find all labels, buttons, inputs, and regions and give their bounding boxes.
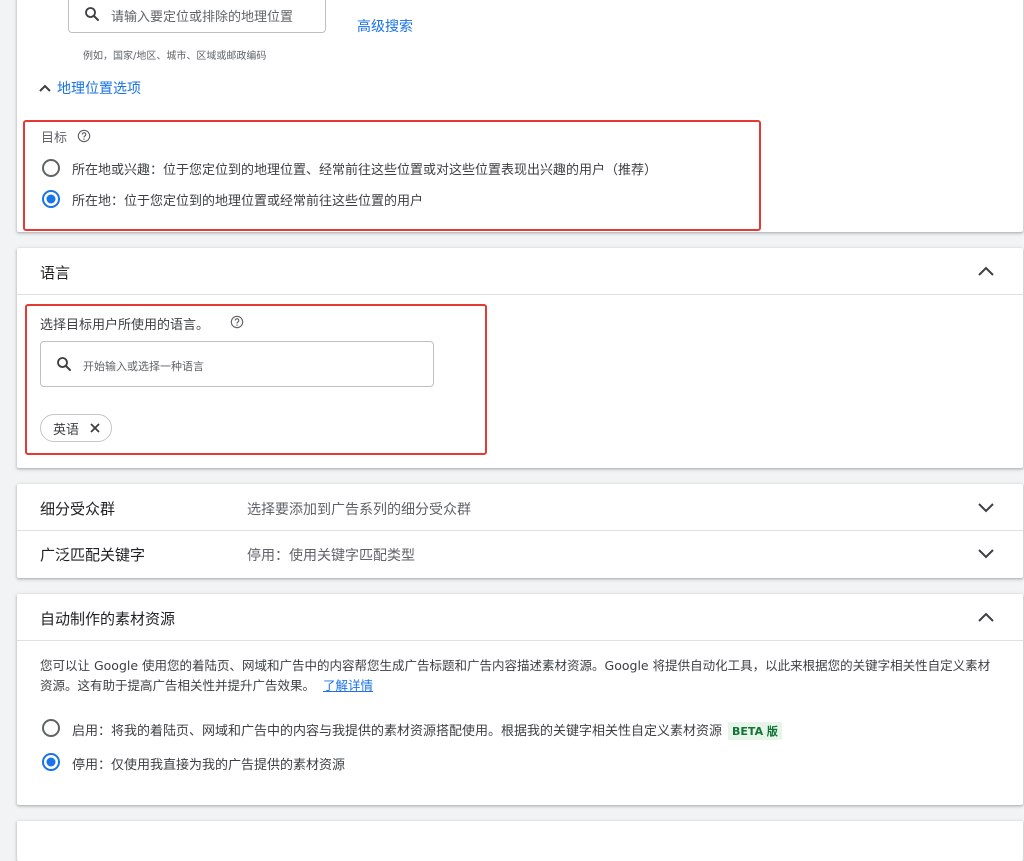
audience-title: 细分受众群 xyxy=(40,500,116,518)
radio-selected-icon[interactable] xyxy=(41,752,61,772)
beta-badge: BETA 版 xyxy=(728,722,782,740)
chevron-down-icon[interactable] xyxy=(977,548,995,560)
divider xyxy=(17,640,1023,641)
next-card xyxy=(17,821,1023,861)
audience-keywords-card: 细分受众群 选择要添加到广告系列的细分受众群 广泛匹配关键字 停用：使用关键字匹… xyxy=(17,484,1023,578)
broad-match-summary: 停用：使用关键字匹配类型 xyxy=(247,548,415,564)
auto-assets-enable-text: 启用：将我的着陆页、网域和广告中的内容与我提供的素材资源搭配使用。根据我的关键字… xyxy=(72,724,723,739)
location-search-placeholder: 请输入要定位或排除的地理位置 xyxy=(111,10,294,25)
location-options-label: 地理位置选项 xyxy=(57,81,141,97)
broad-match-row[interactable]: 广泛匹配关键字 停用：使用关键字匹配类型 xyxy=(17,531,1023,577)
chevron-down-icon[interactable] xyxy=(977,502,995,514)
audience-row[interactable]: 细分受众群 选择要添加到广告系列的细分受众群 xyxy=(17,484,1023,530)
location-options-toggle[interactable]: 地理位置选项 xyxy=(38,78,141,98)
auto-assets-card: 自动制作的素材资源 您可以让 Google 使用您的着陆页、网域和广告中的内容帮… xyxy=(17,594,1023,805)
auto-assets-description: 您可以让 Google 使用您的着陆页、网域和广告中的内容帮您生成广告标题和广告… xyxy=(40,656,1000,696)
location-search-input[interactable]: 请输入要定位或排除的地理位置 xyxy=(68,0,326,33)
radio-unselected-icon[interactable] xyxy=(41,718,61,738)
learn-more-link[interactable]: 了解详情 xyxy=(323,678,373,693)
highlight-box-target xyxy=(23,120,761,231)
audience-summary: 选择要添加到广告系列的细分受众群 xyxy=(247,502,471,518)
chevron-up-icon[interactable] xyxy=(977,611,995,623)
chevron-up-icon[interactable] xyxy=(977,265,995,277)
language-title: 语言 xyxy=(40,264,71,282)
highlight-box-language xyxy=(25,304,487,455)
auto-assets-description-text: 您可以让 Google 使用您的着陆页、网域和广告中的内容帮您生成广告标题和广告… xyxy=(40,658,991,693)
advanced-search-link[interactable]: 高级搜索 xyxy=(357,16,413,36)
chevron-up-icon xyxy=(39,84,51,92)
auto-assets-radio-disable-label: 停用：仅使用我直接为我的广告提供的素材资源 xyxy=(72,758,346,773)
divider xyxy=(17,294,1023,295)
broad-match-title: 广泛匹配关键字 xyxy=(40,546,146,564)
location-hint: 例如，国家/地区、城市、区域或邮政编码 xyxy=(83,51,267,62)
auto-assets-radio-enable-label: 启用：将我的着陆页、网域和广告中的内容与我提供的素材资源搭配使用。根据我的关键字… xyxy=(72,720,782,740)
auto-assets-title: 自动制作的素材资源 xyxy=(40,610,176,628)
search-icon xyxy=(85,7,99,21)
